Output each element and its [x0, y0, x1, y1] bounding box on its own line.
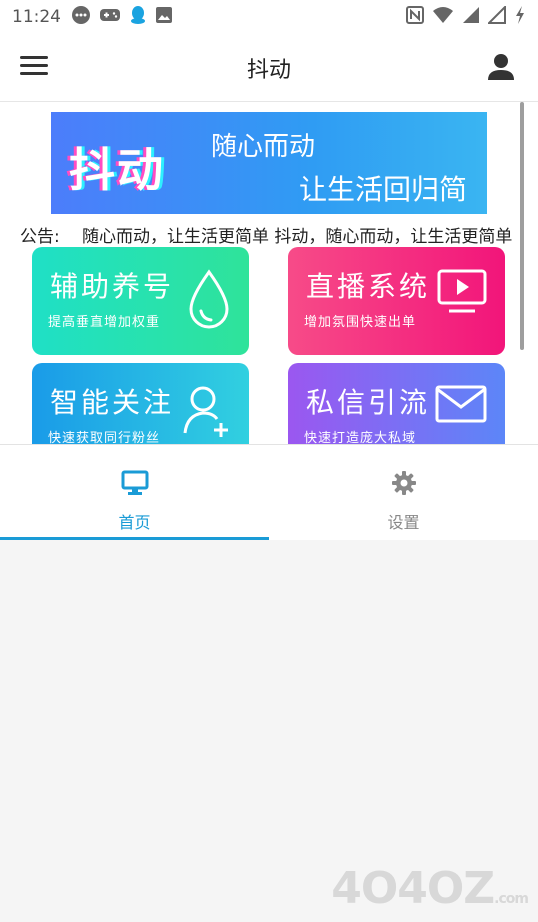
gear-icon	[392, 471, 416, 495]
tile-subtitle: 增加氛围快速出单	[304, 315, 417, 330]
mail-icon	[435, 385, 487, 423]
tile-title: 私信引流	[306, 386, 431, 419]
tab-active-indicator	[0, 537, 269, 540]
tile-live-system[interactable]: 直播系统 增加氛围快速出单	[288, 247, 505, 355]
status-time: 11:24	[12, 7, 61, 27]
signal-empty-icon	[486, 4, 506, 29]
chat-icon	[71, 5, 91, 30]
nfc-icon	[406, 5, 424, 29]
banner-logo-text: 抖动	[69, 143, 165, 197]
tab-label: 设置	[387, 513, 420, 532]
tile-subtitle: 快速打造庞大私域	[304, 431, 417, 444]
banner[interactable]: 抖动 随心而动 让生活回归简单	[51, 112, 487, 214]
tile-subtitle: 提高垂直增加权重	[48, 315, 161, 330]
signal-icon	[462, 6, 480, 29]
tile-title: 辅助养号	[50, 270, 175, 303]
tile-account-boost[interactable]: 辅助养号 提高垂直增加权重	[32, 247, 249, 355]
hamburger-menu-icon[interactable]	[20, 54, 50, 78]
monitor-icon	[121, 470, 149, 495]
tile-title: 智能关注	[50, 386, 175, 419]
tile-smart-follow[interactable]: 智能关注 快速获取同行粉丝	[32, 363, 249, 444]
status-bar: 11:24	[0, 0, 538, 34]
bottom-tab-bar: 首页 设置	[0, 444, 538, 540]
site-watermark: 4O4OZ.com	[331, 863, 529, 914]
play-screen-icon	[437, 269, 487, 313]
wifi-icon	[432, 6, 454, 29]
add-user-icon	[183, 386, 228, 437]
notice-label: 公告:	[20, 227, 60, 247]
notice-marquee: 公告: 随心而动，让生活更简单 抖动，随心而动，让生活更简单	[20, 222, 520, 248]
tab-home[interactable]: 首页	[0, 445, 269, 541]
app-bar: 抖动	[0, 34, 538, 102]
home-content: 抖动 随心而动 让生活回归简单 公告: 随心而动，让生活更简单 抖动，随心而动，让…	[0, 102, 538, 444]
page-title: 抖动	[246, 57, 291, 83]
scrollbar[interactable]	[520, 102, 524, 350]
notification-icons	[71, 5, 173, 30]
user-icon[interactable]	[486, 52, 516, 82]
tab-label: 首页	[118, 513, 151, 532]
banner-slogan-2: 让生活回归简单	[299, 173, 468, 214]
banner-slogan-1: 随心而动	[211, 132, 316, 162]
notice-text: 随心而动，让生活更简单 抖动，随心而动，让生活更简单	[82, 227, 513, 247]
battery-charging-icon	[514, 5, 526, 30]
tile-title: 直播系统	[306, 270, 431, 303]
system-icons	[406, 4, 526, 30]
image-icon	[155, 6, 173, 29]
qq-icon	[129, 5, 147, 30]
tab-settings[interactable]: 设置	[269, 445, 538, 541]
water-drop-icon	[189, 269, 229, 329]
tile-subtitle: 快速获取同行粉丝	[48, 431, 161, 444]
tile-dm-traffic[interactable]: 私信引流 快速打造庞大私域	[288, 363, 505, 444]
gamepad-icon	[99, 7, 121, 28]
